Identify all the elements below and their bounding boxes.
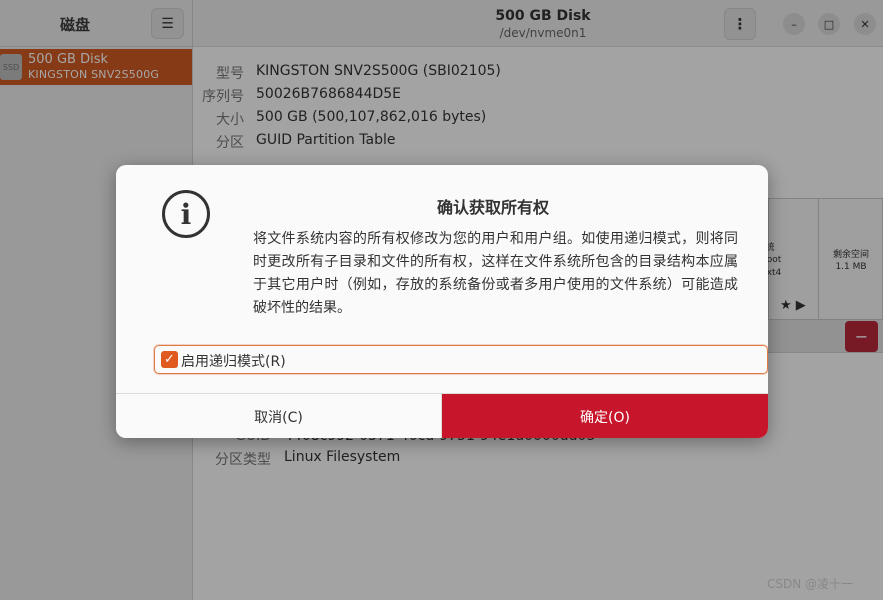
dialog-buttons: 取消(C) 确定(O) — [116, 393, 768, 438]
recursive-checkbox[interactable]: ✓ 启用递归模式(R) — [154, 345, 768, 374]
checkmark-icon[interactable]: ✓ — [161, 351, 178, 368]
take-ownership-dialog: i 确认获取所有权 将文件系统内容的所有权修改为您的用户和用户组。如使用递归模式… — [116, 165, 768, 438]
dialog-title: 确认获取所有权 — [436, 198, 549, 217]
watermark: CSDN @凌十一 — [767, 577, 854, 591]
info-icon: i — [162, 190, 210, 238]
ok-button[interactable]: 确定(O) — [442, 394, 768, 438]
recursive-checkbox-label[interactable]: 启用递归模式(R) — [181, 351, 286, 371]
dialog-message: 将文件系统内容的所有权修改为您的用户和用户组。如使用递归模式，则将同时更改所有子… — [253, 231, 738, 316]
cancel-button[interactable]: 取消(C) — [116, 394, 442, 438]
